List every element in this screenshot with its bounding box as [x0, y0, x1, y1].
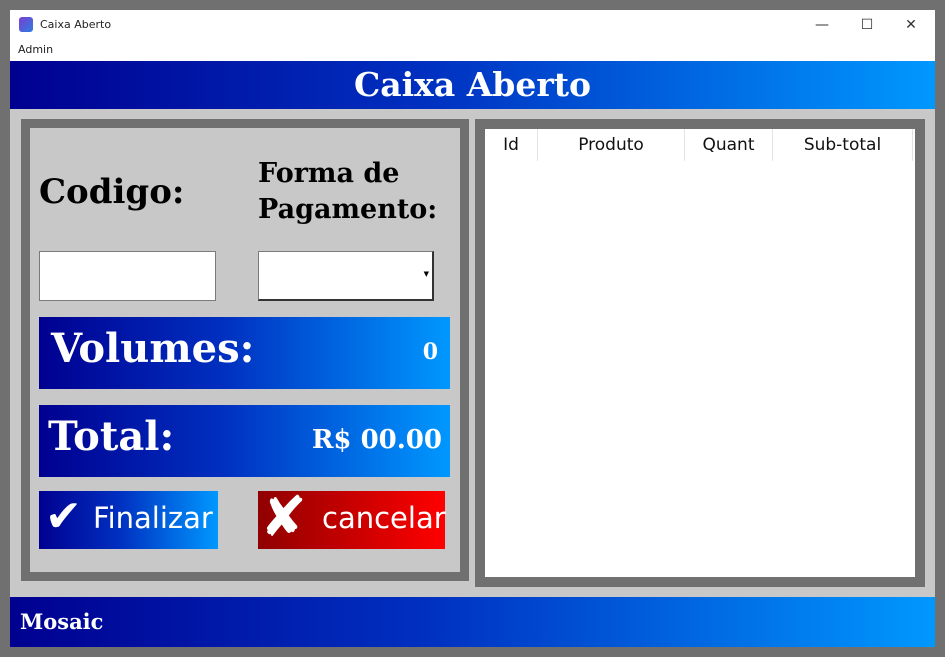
x-icon: ✘	[260, 485, 307, 550]
column-header-id[interactable]: Id	[485, 129, 538, 161]
title-bar: Caixa Aberto — ☐ ✕	[10, 10, 935, 40]
left-panel: Codigo: Forma de Pagamento: ▼ Volumes: 0…	[21, 119, 469, 581]
cancelar-label: cancelar	[322, 501, 446, 535]
pagamento-label-line1: Forma de	[258, 158, 400, 189]
column-header-subtotal[interactable]: Sub-total	[773, 129, 913, 161]
footer-brand: Mosaic	[20, 609, 104, 634]
total-display: Total: R$ 00.00	[39, 405, 450, 477]
codigo-input[interactable]	[39, 251, 216, 301]
finalizar-label: Finalizar	[93, 501, 213, 535]
table-header: Id Produto Quant Sub-total	[485, 129, 915, 161]
checkmark-icon: ✔	[45, 491, 82, 542]
volumes-label: Volumes:	[51, 325, 255, 372]
page-title: Caixa Aberto	[353, 65, 592, 104]
pagamento-select[interactable]: ▼	[258, 251, 434, 301]
menu-bar: Admin	[10, 40, 935, 61]
dropdown-arrow-icon: ▼	[423, 270, 429, 278]
maximize-button[interactable]: ☐	[845, 14, 889, 36]
column-header-produto[interactable]: Produto	[538, 129, 685, 161]
codigo-label: Codigo:	[39, 172, 185, 212]
close-button[interactable]: ✕	[889, 14, 933, 36]
menu-admin[interactable]: Admin	[18, 43, 53, 56]
products-table[interactable]: Id Produto Quant Sub-total	[475, 119, 925, 587]
window-title: Caixa Aberto	[40, 18, 112, 31]
footer-bar: Mosaic	[10, 597, 935, 647]
main-window: Caixa Aberto — ☐ ✕ Admin Caixa Aberto Co…	[10, 10, 935, 647]
total-value: R$ 00.00	[311, 425, 442, 455]
minimize-button[interactable]: —	[800, 14, 844, 36]
app-icon	[19, 17, 33, 32]
volumes-value: 0	[422, 339, 438, 365]
cancelar-button[interactable]: ✘ cancelar	[258, 485, 446, 550]
column-header-quant[interactable]: Quant	[685, 129, 773, 161]
volumes-display: Volumes: 0	[39, 317, 450, 389]
total-label: Total:	[48, 413, 175, 460]
pagamento-label-line2: Pagamento:	[258, 194, 438, 225]
header-banner: Caixa Aberto	[10, 61, 935, 109]
finalizar-button[interactable]: ✔ Finalizar	[39, 491, 218, 549]
